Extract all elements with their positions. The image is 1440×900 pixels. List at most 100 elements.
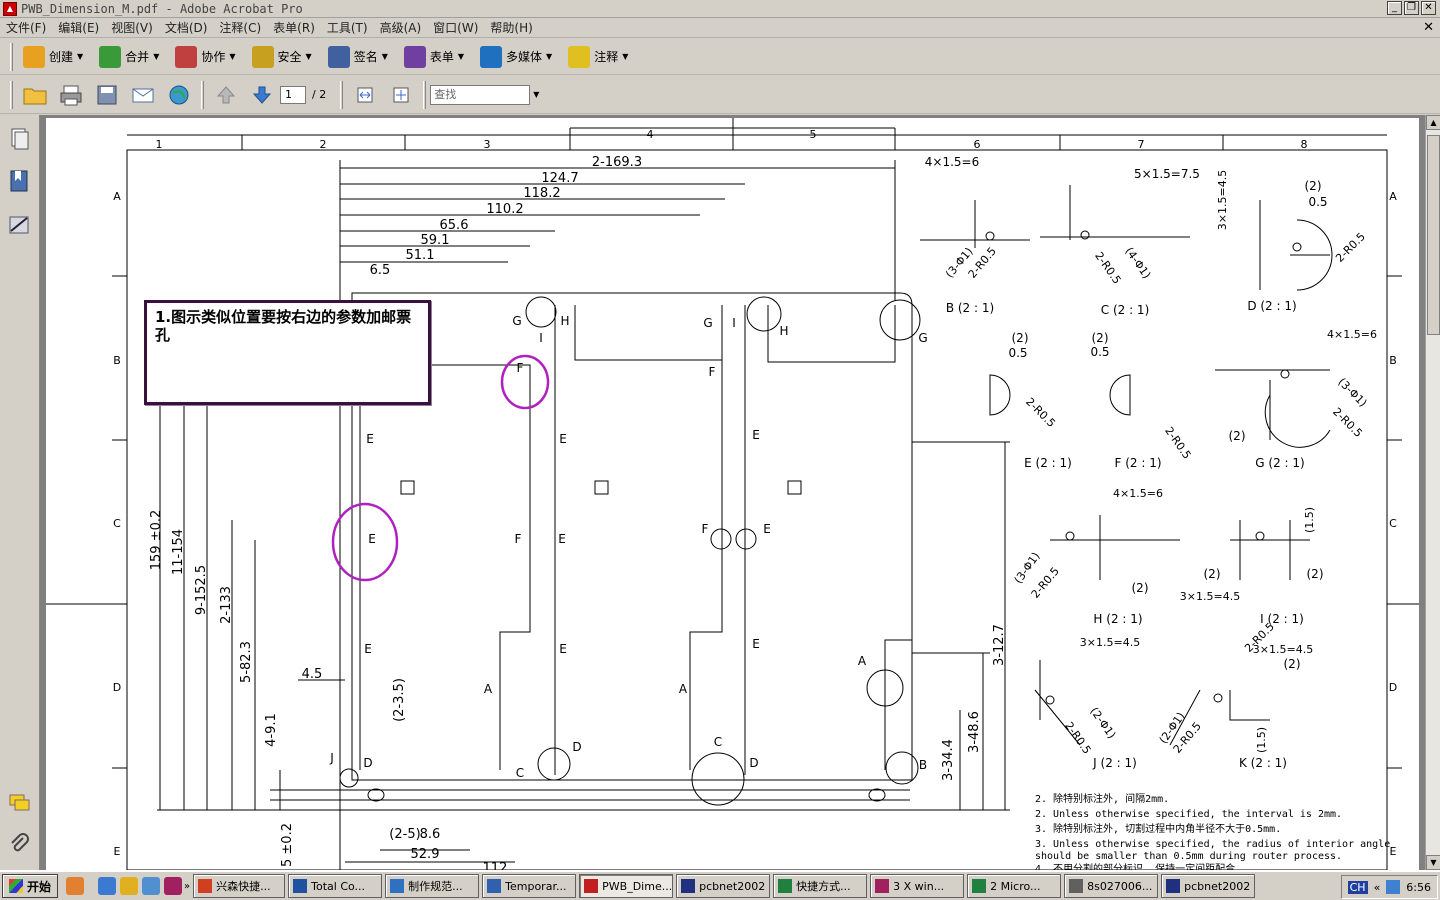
find-input[interactable]: 查找 xyxy=(430,84,531,105)
menu-document[interactable]: 文档(D) xyxy=(159,19,214,36)
sticky-comment[interactable]: 1.图示类似位置要按右边的参数加邮票孔 xyxy=(144,300,431,405)
app-icon xyxy=(198,879,213,893)
comments-icon[interactable] xyxy=(8,791,30,815)
start-button[interactable]: 开始 xyxy=(2,874,59,898)
open-button[interactable] xyxy=(22,82,48,108)
detail-dim: (1.5) xyxy=(1303,507,1316,533)
pages-icon[interactable] xyxy=(8,127,30,151)
svg-text:D: D xyxy=(572,740,581,754)
toolbar-grip[interactable] xyxy=(201,80,204,109)
more-icon[interactable]: » xyxy=(184,881,190,892)
save-button[interactable] xyxy=(94,82,120,108)
svg-text:B: B xyxy=(919,758,927,772)
taskbar-item[interactable]: Temporar... xyxy=(482,874,577,898)
comment-label: 注释 xyxy=(594,50,619,64)
next-page-button[interactable] xyxy=(249,82,275,108)
find-dropdown-icon[interactable]: ▼ xyxy=(533,90,539,99)
task-label: 3 X win... xyxy=(893,879,945,893)
toolbar-grip[interactable] xyxy=(423,80,427,109)
form-icon xyxy=(403,45,426,68)
clock-app-icon[interactable] xyxy=(120,877,139,895)
x-app-icon[interactable] xyxy=(164,877,183,895)
detail-dim: 4×1.5=6 xyxy=(925,155,979,169)
scroll-thumb[interactable] xyxy=(1427,135,1440,335)
arrow-up-icon xyxy=(216,85,236,103)
document-close-icon[interactable]: ✕ xyxy=(1423,20,1434,35)
toolbar-grip[interactable] xyxy=(10,42,13,71)
web-button[interactable] xyxy=(166,82,192,108)
taskbar-item[interactable]: 8s027006... xyxy=(1064,874,1159,898)
taskbar-item[interactable]: 3 X win... xyxy=(870,874,965,898)
ie-icon[interactable] xyxy=(98,877,117,895)
toolbar-grip[interactable] xyxy=(10,80,13,109)
menu-window[interactable]: 窗口(W) xyxy=(427,19,484,36)
menu-tools[interactable]: 工具(T) xyxy=(321,19,374,36)
comment-button[interactable]: 注释 ▼ xyxy=(562,43,634,71)
create-icon xyxy=(23,45,45,68)
svg-text:D: D xyxy=(363,756,372,770)
create-button[interactable]: 创建 ▼ xyxy=(17,43,89,71)
svg-text:D: D xyxy=(749,756,758,770)
arrow-down-icon xyxy=(252,86,272,104)
detail-label: J (2 : 1) xyxy=(1092,756,1137,770)
multimedia-button[interactable]: 多媒体 ▼ xyxy=(474,43,558,71)
network-icon[interactable] xyxy=(1386,880,1401,894)
dim-label: 3-34.4 xyxy=(941,739,956,781)
email-button[interactable] xyxy=(130,82,156,108)
menu-edit[interactable]: 编辑(E) xyxy=(52,19,105,36)
task-label: 2 Micro... xyxy=(990,879,1041,893)
scroll-up-icon[interactable]: ▲ xyxy=(1426,115,1440,130)
taskbar-item[interactable]: pcbnet2002 xyxy=(676,874,771,898)
fit-page-button[interactable] xyxy=(388,82,414,108)
restore-button[interactable]: ❐ xyxy=(1404,1,1419,15)
pdf-page: 1 2 3 4 5 6 7 8 A B C D E A B C D E 2-16… xyxy=(46,118,1419,870)
row-label: C xyxy=(113,517,121,530)
signatures-icon[interactable] xyxy=(8,213,30,237)
taskbar-item[interactable]: 兴森快捷... xyxy=(193,874,286,898)
col-label: 6 xyxy=(974,138,981,151)
taskbar-item[interactable]: pcbnet2002 xyxy=(1161,874,1256,898)
menu-advanced[interactable]: 高级(A) xyxy=(374,19,428,36)
browser-icon[interactable] xyxy=(142,877,161,895)
system-tray: CH « 6:56 xyxy=(1340,875,1438,899)
scroll-down-icon[interactable]: ▼ xyxy=(1426,855,1440,870)
taskbar-item[interactable]: 制作规范... xyxy=(385,874,480,898)
menu-comments[interactable]: 注释(C) xyxy=(213,19,267,36)
svg-text:F: F xyxy=(702,522,709,536)
attachments-icon[interactable] xyxy=(8,833,30,857)
close-button[interactable]: ✕ xyxy=(1421,1,1436,15)
menu-forms[interactable]: 表单(R) xyxy=(267,19,321,36)
taskbar-item[interactable]: 2 Micro... xyxy=(967,874,1062,898)
bookmarks-icon[interactable] xyxy=(8,169,30,193)
chevron-down-icon: ▼ xyxy=(305,52,312,61)
collaborate-button[interactable]: 协作 ▼ xyxy=(169,43,241,71)
taskbar-item[interactable]: Total Co... xyxy=(288,874,383,898)
detail-label: C (2 : 1) xyxy=(1101,303,1150,317)
svg-text:I: I xyxy=(539,331,543,345)
minimize-button[interactable]: _ xyxy=(1387,1,1402,15)
taskbar-item-active[interactable]: PWB_Dime... xyxy=(579,874,674,898)
tray-expand-icon[interactable]: « xyxy=(1374,881,1381,894)
svg-text:C: C xyxy=(516,766,524,780)
menu-file[interactable]: 文件(F) xyxy=(0,19,52,36)
previous-page-button[interactable] xyxy=(213,82,239,108)
taskbar-item[interactable]: 快捷方式... xyxy=(773,874,868,898)
vertical-scrollbar[interactable]: ▲ ▼ xyxy=(1425,115,1440,870)
language-indicator[interactable]: CH xyxy=(1347,880,1368,894)
combine-button[interactable]: 合并 ▼ xyxy=(93,43,165,71)
forms-button[interactable]: 表单 ▼ xyxy=(398,43,470,71)
svg-text:E: E xyxy=(366,432,374,446)
sign-button[interactable]: 签名 ▼ xyxy=(322,43,394,71)
print-button[interactable] xyxy=(58,82,84,108)
menu-help[interactable]: 帮助(H) xyxy=(484,19,538,36)
svg-text:F: F xyxy=(709,365,716,379)
toolbar-grip[interactable] xyxy=(340,80,344,109)
detail-dim: 3×1.5=4.5 xyxy=(1080,636,1140,649)
clock: 6:56 xyxy=(1406,880,1431,894)
menu-view[interactable]: 视图(V) xyxy=(105,19,159,36)
fit-width-button[interactable] xyxy=(352,82,378,108)
page-number-input[interactable]: 1 xyxy=(280,85,306,104)
dim-label: (2-5) xyxy=(389,827,420,842)
quicklaunch-icon[interactable] xyxy=(66,877,85,895)
secure-button[interactable]: 安全 ▼ xyxy=(246,43,318,71)
